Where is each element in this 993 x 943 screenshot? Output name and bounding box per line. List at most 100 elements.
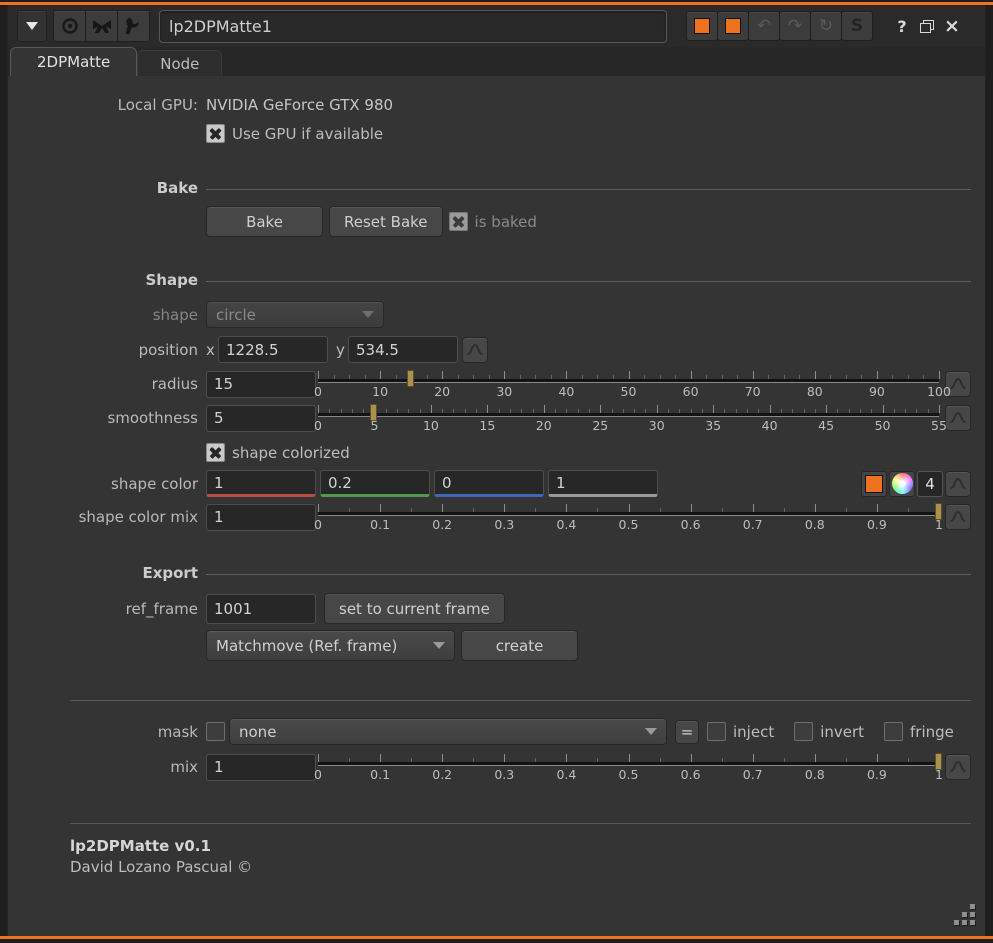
is-baked-checkbox[interactable] <box>449 212 468 231</box>
fringe-checkbox[interactable] <box>884 722 903 741</box>
shape-color-picker-button[interactable] <box>889 471 915 497</box>
manage-knobs-button[interactable] <box>117 10 150 42</box>
revert-icon: ↻ <box>819 16 833 36</box>
node-color-button[interactable] <box>686 11 718 41</box>
help-icon: ? <box>897 17 906 36</box>
tab-2dpmatte[interactable]: 2DPMatte <box>10 47 137 76</box>
shape-color-animation-button[interactable] <box>945 471 971 497</box>
set-current-frame-button[interactable]: set to current frame <box>324 593 505 624</box>
close-button[interactable]: × <box>939 11 965 41</box>
mask-equals-button[interactable]: = <box>675 720 699 744</box>
inject-checkbox[interactable] <box>707 722 726 741</box>
position-y-input[interactable] <box>348 336 458 363</box>
color-swatch <box>865 475 883 493</box>
shape-color-swatch-button[interactable] <box>861 471 887 497</box>
curve-icon <box>465 341 485 359</box>
shape-color-red-input[interactable] <box>206 470 316 497</box>
mask-channel-select[interactable]: none <box>229 718 667 745</box>
shape-color-mix-label: shape color mix <box>8 508 206 526</box>
resize-grip[interactable] <box>953 904 975 926</box>
smoothness-slider[interactable]: 0510152025303540455055 <box>318 403 939 433</box>
smoothness-animation-button[interactable] <box>945 405 971 431</box>
slider-handle[interactable] <box>370 404 377 421</box>
node-properties-panel: ↶ ↷ ↻ S ? × 2DPMatte <box>7 5 986 936</box>
invert-checkbox[interactable] <box>794 722 813 741</box>
inject-label: inject <box>733 723 774 741</box>
mix-label: mix <box>8 758 206 776</box>
create-button[interactable]: create <box>461 630 578 661</box>
use-gpu-checkbox[interactable] <box>206 124 225 143</box>
slider-groove <box>318 413 939 417</box>
slider-ticks <box>318 504 939 512</box>
properties-menu-button[interactable] <box>17 10 47 42</box>
gl-color-button[interactable] <box>717 11 749 41</box>
chevron-down-icon <box>362 311 374 318</box>
is-baked-label: is baked <box>475 213 537 231</box>
tab-node[interactable]: Node <box>137 50 222 76</box>
reset-bake-button[interactable]: Reset Bake <box>329 206 443 237</box>
export-preset-select[interactable]: Matchmove (Ref. frame) <box>206 630 455 661</box>
parameters-panel: Local GPU: NVIDIA GeForce GTX 980 Use GP… <box>8 76 985 936</box>
mix-slider[interactable]: 00.10.20.30.40.50.60.70.80.91 <box>318 752 939 782</box>
radius-slider[interactable]: 0102030405060708090100 <box>318 369 939 399</box>
shape-color-tools: 4 <box>861 471 971 497</box>
help-button[interactable]: ? <box>889 11 915 41</box>
center-node-button[interactable] <box>53 10 86 42</box>
shape-select[interactable]: circle <box>206 301 384 328</box>
triangle-down-icon <box>26 22 38 30</box>
slider-handle[interactable] <box>935 753 942 770</box>
mask-enable-checkbox[interactable] <box>206 722 225 741</box>
section-divider <box>70 700 971 701</box>
shape-color-mix-input[interactable] <box>206 504 316 531</box>
mask-channel-value: none <box>239 723 637 741</box>
node-display-button[interactable] <box>85 10 118 42</box>
slider-handle[interactable] <box>935 503 942 520</box>
slider-ticks <box>318 754 939 762</box>
footer-divider <box>70 823 971 824</box>
script-button[interactable]: S <box>841 11 873 41</box>
shape-color-green-input[interactable] <box>320 470 430 497</box>
curve-icon <box>948 758 968 776</box>
slider-tick-labels: 0510152025303540455055 <box>318 418 939 432</box>
redo-button[interactable]: ↷ <box>779 11 811 41</box>
wrench-icon <box>124 16 144 36</box>
titlebar-icon-group <box>53 10 150 42</box>
bake-group-header: Bake <box>8 179 206 197</box>
undo-button[interactable]: ↶ <box>748 11 780 41</box>
ref-frame-input[interactable] <box>206 594 316 624</box>
plugin-title: lp2DPMatte v0.1 <box>70 837 971 855</box>
bake-button[interactable]: Bake <box>206 206 323 237</box>
mix-input[interactable] <box>206 754 316 781</box>
shape-select-value: circle <box>216 306 354 324</box>
mask-label: mask <box>8 723 206 741</box>
panel-focus-border-bottom <box>0 936 993 939</box>
float-panel-button[interactable] <box>914 11 940 41</box>
local-gpu-label: Local GPU: <box>8 96 206 114</box>
shape-color-channels-button[interactable]: 4 <box>917 471 943 497</box>
shape-color-alpha-input[interactable] <box>548 470 658 497</box>
curve-icon <box>948 409 968 427</box>
tab-label: 2DPMatte <box>37 53 110 71</box>
slider-handle[interactable] <box>407 370 414 387</box>
shape-color-mix-animation-button[interactable] <box>945 504 971 530</box>
redo-icon: ↷ <box>788 16 802 36</box>
local-gpu-value: NVIDIA GeForce GTX 980 <box>206 96 393 114</box>
revert-button[interactable]: ↻ <box>810 11 842 41</box>
ref-frame-label: ref_frame <box>8 600 206 618</box>
mix-animation-button[interactable] <box>945 754 971 780</box>
invert-label: invert <box>820 723 864 741</box>
smoothness-input[interactable] <box>206 405 316 432</box>
shape-color-mix-slider[interactable]: 00.10.20.30.40.50.60.70.80.91 <box>318 502 939 532</box>
shape-color-blue-input[interactable] <box>434 470 544 497</box>
slider-groove <box>318 762 939 766</box>
shape-colorized-checkbox[interactable] <box>206 443 225 462</box>
script-icon: S <box>851 16 863 36</box>
position-x-input[interactable] <box>218 336 328 363</box>
gl-color-swatch <box>725 18 741 34</box>
chevron-down-icon <box>645 728 657 735</box>
position-animation-button[interactable] <box>462 337 488 363</box>
shape-colorized-label: shape colorized <box>232 444 350 462</box>
node-name-input[interactable] <box>159 10 667 43</box>
radius-input[interactable] <box>206 371 316 398</box>
slider-tick-labels: 00.10.20.30.40.50.60.70.80.91 <box>318 767 939 781</box>
